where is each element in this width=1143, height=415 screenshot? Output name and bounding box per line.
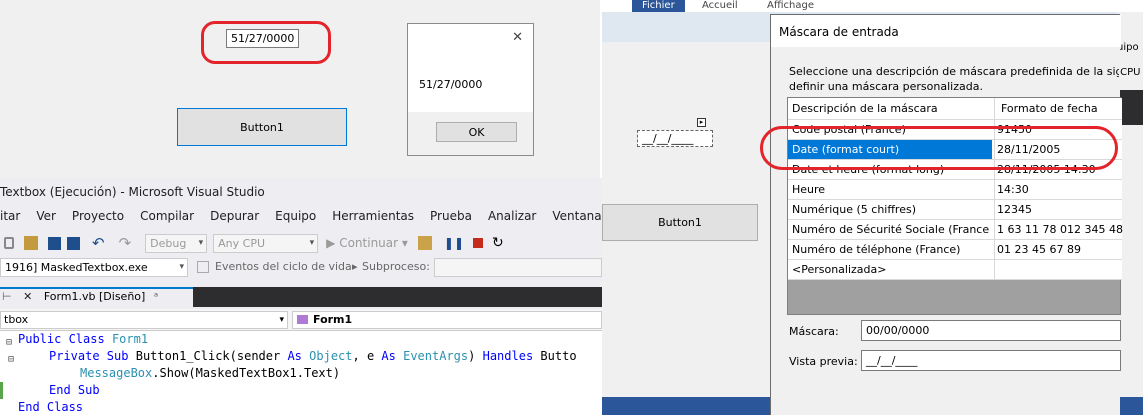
- tab-label: Form1.vb [Diseño]: [43, 290, 146, 303]
- events-icon: [197, 261, 209, 273]
- ribbon-tab-fichier[interactable]: Fichier: [632, 0, 685, 12]
- gear-icon[interactable]: [4, 237, 14, 249]
- message-box: ✕ 51/27/0000 OK: [407, 23, 534, 156]
- mask-input[interactable]: 00/00/0000: [861, 320, 1121, 341]
- ribbon-tab-accueil[interactable]: Accueil: [702, 0, 738, 12]
- dialog-description: Seleccione una descripción de máscara pr…: [789, 64, 1119, 94]
- tab-form1-design[interactable]: ⊢ ✕ Form1.vb [Diseño] ᵃ: [0, 287, 193, 307]
- description-line: Seleccione una descripción de máscara pr…: [789, 65, 1119, 78]
- ok-button[interactable]: OK: [436, 122, 517, 142]
- change-marker: [0, 382, 3, 399]
- menu-item[interactable]: Prueba: [430, 209, 472, 227]
- ribbon-tab-affichage[interactable]: Affichage: [767, 0, 814, 12]
- dialog-title: Máscara de entrada: [771, 15, 1121, 47]
- masked-textbox-design[interactable]: __/__/____: [637, 130, 713, 147]
- window-title: Textbox (Ejecución) - Microsoft Visual S…: [0, 185, 265, 199]
- button1-design[interactable]: Button1: [602, 204, 758, 241]
- debug-location-bar: 1916] MaskedTextbox.exe ▾ Eventos del cic…: [0, 258, 602, 278]
- visual-studio-window: Textbox (Ejecución) - Microsoft Visual S…: [0, 178, 626, 415]
- input-mask-dialog: Máscara de entrada Seleccione una descri…: [770, 14, 1123, 415]
- menu-item[interactable]: itar: [0, 209, 20, 227]
- thread-label: Subproceso:: [362, 260, 430, 273]
- toolbar: ↶ ↷ Debug ▾ Any CPU ▾ ▶ Continuar ▾ ❚❚ ↻: [0, 231, 602, 255]
- arrow-icon: ▸: [352, 260, 358, 273]
- running-form: 51/27/0000 Button1 ✕ 51/27/0000 OK: [0, 0, 600, 178]
- menu-item[interactable]: Proyecto: [72, 209, 124, 227]
- description-line: definir una máscara personalizada.: [789, 80, 983, 93]
- lock-icon: ᵃ: [153, 290, 159, 303]
- class-icon: [297, 315, 308, 324]
- class-dropdown[interactable]: tbox ▾: [0, 311, 288, 329]
- message-text: 51/27/0000: [419, 78, 483, 91]
- list-item[interactable]: <Personalizada>: [788, 260, 1122, 280]
- thread-dropdown[interactable]: [434, 258, 602, 277]
- save-icon[interactable]: [48, 236, 61, 250]
- list-item[interactable]: Numéro de téléphone (France) 01 23 45 67 …: [788, 240, 1122, 260]
- code-nav-bar: tbox ▾ Form1: [0, 309, 602, 331]
- undo-icon[interactable]: ↶: [92, 234, 105, 252]
- code-line-4: End Sub: [49, 383, 100, 397]
- close-icon[interactable]: ✕: [23, 290, 32, 303]
- form-designer-surface: __/__/____ ▸ Button1: [602, 42, 772, 397]
- code-line-3: MessageBox.Show(MaskedTextBox1.Text): [80, 366, 341, 380]
- menu-item[interactable]: Ver: [36, 209, 56, 227]
- list-item[interactable]: Numéro de Sécurité Sociale (France) 1 63 …: [788, 220, 1123, 240]
- menu-item[interactable]: Compilar: [140, 209, 194, 227]
- code-line-2: Private Sub Button1_Click(sender As Obje…: [49, 349, 577, 363]
- code-editor[interactable]: ⊟ ⊟ Public Class Form1 Private Sub Butto…: [0, 331, 602, 415]
- redo-icon[interactable]: ↷: [119, 234, 132, 252]
- member-dropdown[interactable]: Form1: [292, 311, 602, 329]
- button1[interactable]: Button1: [177, 108, 347, 146]
- stop-icon[interactable]: [473, 238, 484, 248]
- mask-list-header: Descripción de la máscara Formato de fec…: [788, 98, 1122, 120]
- preview-label: Vista previa:: [789, 355, 858, 368]
- ribbon-header: Fichier Accueil Affichage: [602, 0, 1143, 12]
- config-dropdown[interactable]: Debug ▾: [145, 233, 208, 253]
- process-dropdown[interactable]: 1916] MaskedTextbox.exe ▾: [0, 258, 188, 277]
- events-label: Eventos del ciclo de vida: [215, 260, 352, 273]
- column-header[interactable]: Formato de fecha: [994, 98, 1098, 119]
- smart-tag-icon[interactable]: ▸: [697, 118, 706, 127]
- menu-bar: itar Ver Proyecto Compilar Depurar Equip…: [0, 209, 642, 227]
- mask-label: Máscara:: [789, 325, 839, 338]
- menu-item[interactable]: Analizar: [488, 209, 536, 227]
- pin-icon[interactable]: ⊢: [2, 290, 12, 303]
- list-item[interactable]: Heure 14:30: [788, 180, 1122, 200]
- menu-item[interactable]: Ventana: [552, 209, 601, 227]
- pause-icon[interactable]: ❚❚: [444, 236, 464, 250]
- menu-item[interactable]: Depurar: [210, 209, 259, 227]
- menu-item[interactable]: Herramientas: [332, 209, 414, 227]
- continue-button[interactable]: ▶ Continuar ▾: [326, 236, 408, 250]
- preview-input[interactable]: __/__/____: [861, 350, 1121, 371]
- document-tabs: ⊢ ✕ Form1.vb [Diseño] ᵃ: [0, 287, 602, 307]
- message-footer: OK: [408, 112, 533, 155]
- platform-dropdown[interactable]: Any CPU ▾: [213, 233, 319, 253]
- restart-icon[interactable]: ↻: [492, 235, 504, 251]
- close-icon[interactable]: ✕: [512, 30, 523, 45]
- find-icon[interactable]: [417, 236, 432, 250]
- collapse-icon[interactable]: ⊟: [8, 351, 14, 368]
- highlight-circle: [760, 126, 1118, 170]
- list-item[interactable]: Numérique (5 chiffres) 12345: [788, 200, 1122, 220]
- save-all-icon[interactable]: [67, 236, 80, 250]
- code-line-5: End Class: [18, 400, 84, 414]
- open-folder-icon[interactable]: [24, 236, 38, 250]
- collapse-icon[interactable]: ⊟: [6, 334, 12, 351]
- menu-item[interactable]: Equipo: [275, 209, 316, 227]
- code-line-1: Public Class Form1: [18, 332, 149, 346]
- column-header[interactable]: Descripción de la máscara: [792, 98, 990, 119]
- masked-textbox[interactable]: 51/27/0000: [226, 29, 299, 48]
